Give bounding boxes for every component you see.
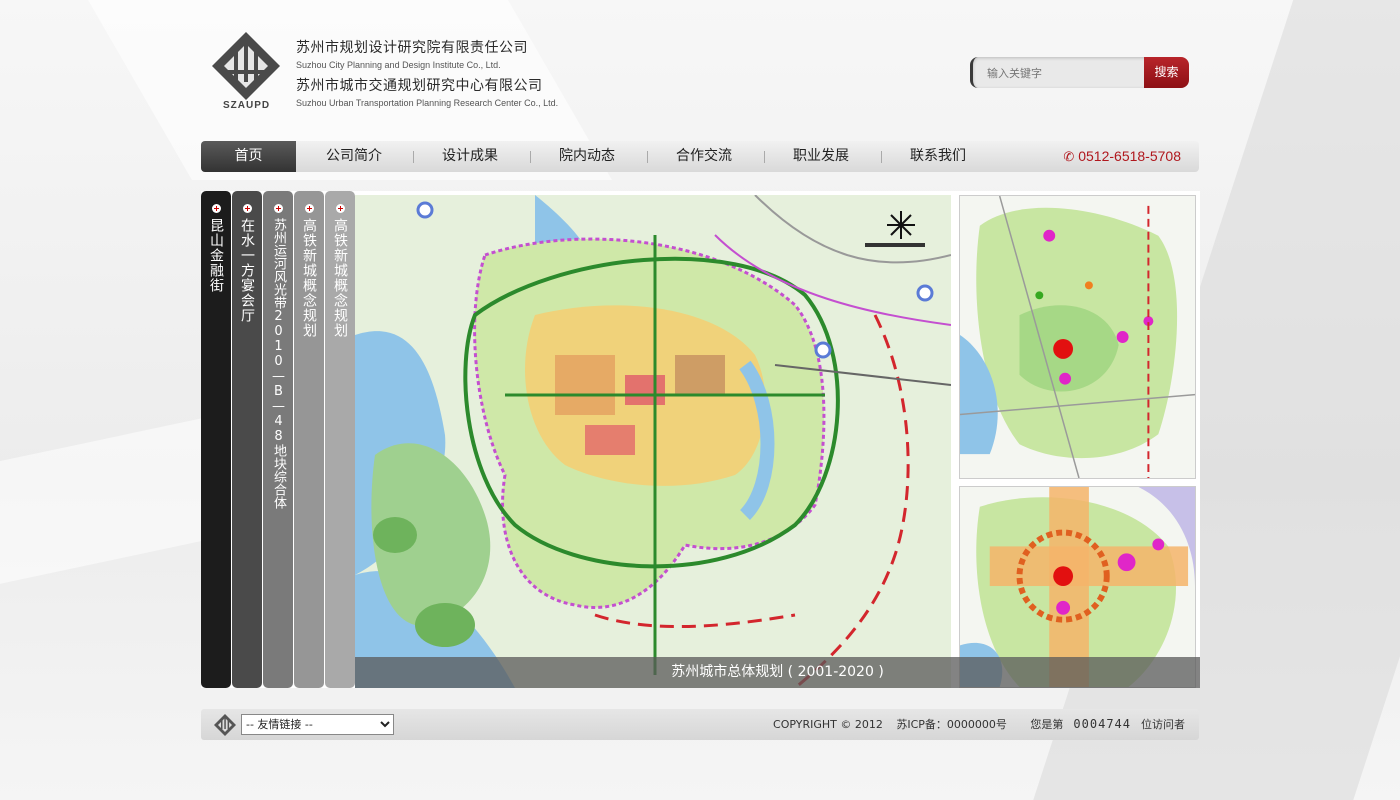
phone-icon: ✆ <box>1063 149 1075 164</box>
visitor-prefix: 您是第 <box>1030 718 1064 731</box>
project-tab-5[interactable]: 高铁新城概念规划 <box>325 191 355 688</box>
project-tab-label: 高铁新城概念规划 <box>332 218 348 338</box>
company-names: 苏州市规划设计研究院有限责任公司 Suzhou City Planning an… <box>296 38 558 114</box>
slide-caption: 苏州城市总体规划 ( 2001-2020 ) <box>355 657 1200 688</box>
plus-icon <box>335 204 345 213</box>
nav-item-news[interactable]: 院内动态 <box>532 141 642 172</box>
visitor-counter: 您是第 0004744 位访问者 <box>1020 717 1185 731</box>
company-name-cn-1: 苏州市规划设计研究院有限责任公司 <box>296 40 528 56</box>
plus-icon <box>273 204 283 213</box>
nav-item-about[interactable]: 公司简介 <box>299 141 409 172</box>
search-box <box>970 57 1151 88</box>
plus-icon <box>211 204 221 213</box>
project-tab-3[interactable]: 苏州运河风光带2010—B—48地块综合体 <box>263 191 293 688</box>
icp-text: 苏ICP备：0000000号 <box>896 718 1007 731</box>
logo-text: SZAUPD <box>223 100 271 111</box>
friend-links-select[interactable]: -- 友情链接 -- <box>241 714 394 735</box>
project-tab-label: 高铁新城概念规划 <box>301 218 317 338</box>
project-tab-4[interactable]: 高铁新城概念规划 <box>294 191 324 688</box>
project-tab-label: 昆山金融街 <box>208 218 224 293</box>
phone-number: 0512-6518-5708 <box>1078 148 1181 164</box>
company-name-cn-2: 苏州市城市交通规划研究中心有限公司 <box>296 78 543 94</box>
search-input[interactable] <box>985 64 1144 83</box>
project-tab-label: 在水一方宴会厅 <box>239 218 255 323</box>
nav-item-home[interactable]: 首页 <box>201 141 296 172</box>
plus-icon <box>242 204 252 213</box>
visitor-suffix: 位访问者 <box>1141 718 1185 731</box>
project-tab-1[interactable]: 昆山金融街 <box>201 191 231 688</box>
footer-bar: -- 友情链接 -- COPYRIGHT © 2012 苏ICP备：000000… <box>201 709 1199 740</box>
planning-map-main[interactable] <box>355 195 951 688</box>
footer-info: COPYRIGHT © 2012 苏ICP备：0000000号 您是第 00047… <box>763 709 1185 740</box>
search-button[interactable]: 搜索 <box>1144 57 1189 88</box>
main-nav: 首页 公司简介 设计成果 院内动态 合作交流 职业发展 联系我们 ✆ 0512-6… <box>201 141 1199 172</box>
nav-item-contact[interactable]: 联系我们 <box>883 141 993 172</box>
nav-item-works[interactable]: 设计成果 <box>415 141 525 172</box>
planning-map-thumbnail-1[interactable] <box>959 195 1196 479</box>
search-bar: 搜索 <box>970 57 1190 88</box>
plus-icon <box>304 204 314 213</box>
project-tab-label: 苏州运河风光带2010—B—48地块综合体 <box>271 218 286 509</box>
visitor-count: 0004744 <box>1073 717 1131 731</box>
contact-phone: ✆ 0512-6518-5708 <box>1063 141 1181 172</box>
featured-projects: 昆山金融街 在水一方宴会厅 苏州运河风光带2010—B—48地块综合体 高铁新城… <box>201 191 1200 688</box>
nav-item-careers[interactable]: 职业发展 <box>766 141 876 172</box>
nav-item-cooperation[interactable]: 合作交流 <box>649 141 759 172</box>
project-tab-2[interactable]: 在水一方宴会厅 <box>232 191 262 688</box>
company-name-en-1: Suzhou City Planning and Design Institut… <box>296 60 501 70</box>
footer-logo <box>214 714 236 736</box>
copyright-text: COPYRIGHT © 2012 <box>773 718 883 731</box>
company-name-en-2: Suzhou Urban Transportation Planning Res… <box>296 98 559 108</box>
